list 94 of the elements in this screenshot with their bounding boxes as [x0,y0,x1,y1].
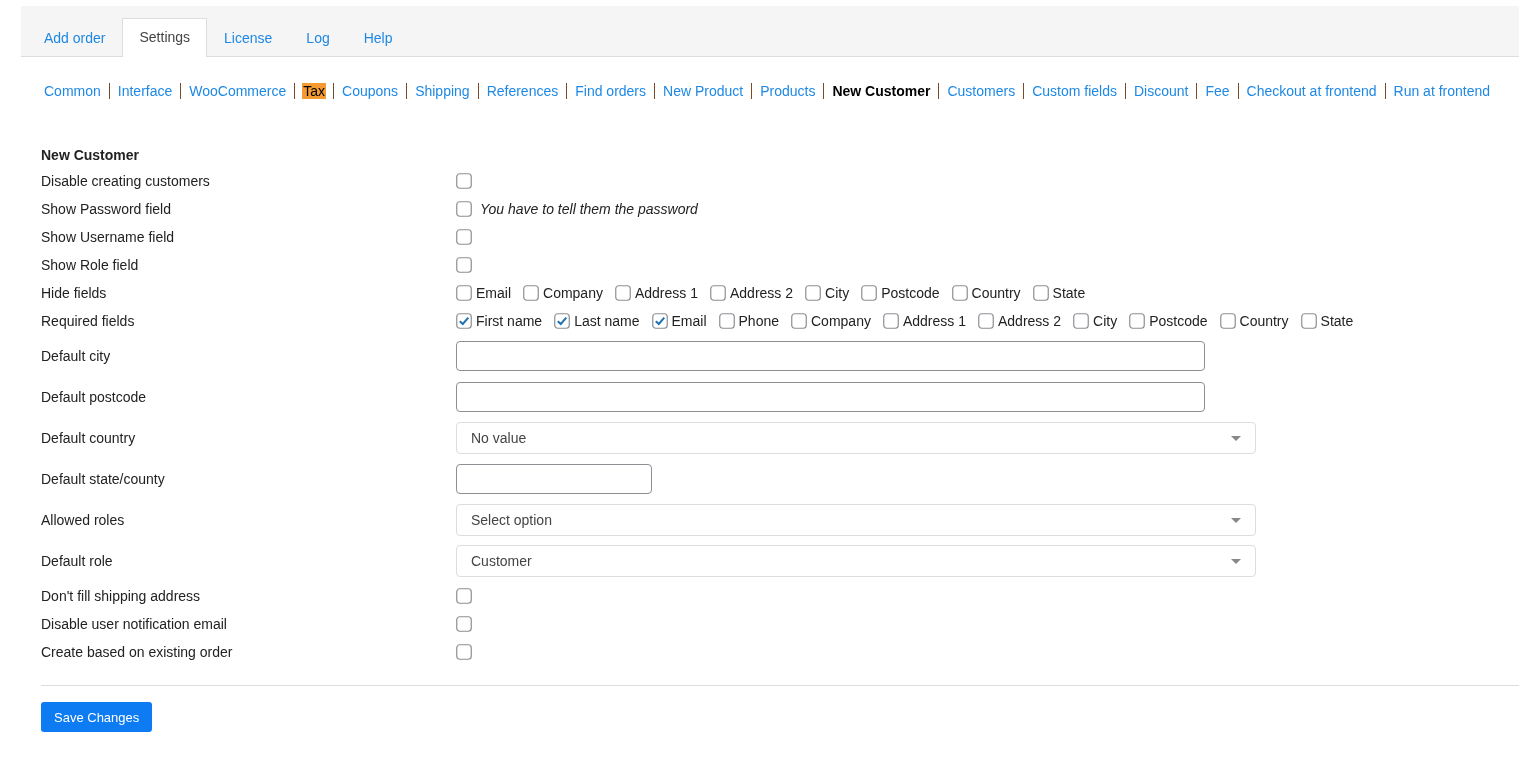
checkbox-label: Address 2 [730,285,794,301]
section-link[interactable]: Discount [1124,83,1197,99]
checkbox-label: City [1093,313,1118,329]
checkbox[interactable] [805,285,822,301]
text-field[interactable] [456,341,1205,371]
checkbox[interactable] [456,588,472,604]
section-link[interactable]: Customers [938,83,1024,99]
checkbox[interactable] [718,313,735,329]
checkbox-label: Email [476,285,511,301]
checkbox[interactable] [1073,313,1089,329]
checkbox-label: Address 1 [902,313,966,329]
checkbox-label: Country [971,285,1021,301]
checkbox[interactable] [951,285,968,301]
checkbox[interactable] [456,616,472,632]
checkbox-label: Company [543,285,603,301]
caret-icon [1231,558,1241,564]
section-link[interactable]: Coupons [333,83,407,99]
setting-label: Required fields [41,313,136,329]
checkbox[interactable] [977,313,994,329]
section-link[interactable]: Custom fields [1023,83,1125,99]
setting-label: Show Password field [41,201,172,217]
checkbox[interactable] [861,285,878,301]
checkbox-label: Phone [738,313,779,329]
section-link[interactable]: Run at frontend [1384,83,1499,99]
tab[interactable]: Help [346,19,410,57]
section-link[interactable]: Fee [1196,83,1238,99]
setting-label: Default postcode [41,389,148,405]
checkbox[interactable] [1032,285,1049,301]
section-link[interactable]: Products [751,83,824,99]
checkbox-label: Email [671,313,707,329]
checkbox-label: Country [1239,313,1289,329]
text-field[interactable] [456,464,652,494]
section-link[interactable]: Find orders [566,83,655,99]
caret-icon [1231,517,1241,523]
tab[interactable]: Add order [27,19,123,57]
setting-label: Disable user notification email [41,616,228,632]
setting-label: Don't fill shipping address [41,588,202,604]
select-field[interactable]: Customer [456,545,1256,577]
checkbox[interactable] [791,313,807,329]
checkbox[interactable] [1129,313,1146,329]
checkbox-label: State [1320,313,1354,329]
checkbox[interactable] [710,285,726,301]
section-title: New Customer [41,147,140,163]
tab[interactable]: License [207,19,290,57]
setting-label: Default role [41,553,114,569]
checkbox-label: First name [476,313,543,329]
section-link[interactable]: Checkout at frontend [1237,83,1385,99]
checkbox[interactable] [456,173,472,189]
checkbox[interactable] [614,285,631,301]
select-field[interactable]: Select option [456,504,1256,536]
section-link[interactable]: WooCommerce [180,83,295,99]
setting-label: Allowed roles [41,512,126,528]
setting-label: Show Username field [41,229,176,245]
section-link[interactable]: New Customer [823,83,939,99]
checkbox-label: State [1052,285,1086,301]
checkbox[interactable] [1300,313,1317,329]
setting-label: Default city [41,348,112,364]
checkbox[interactable] [882,313,899,329]
hint-text: You have to tell them the password [480,201,698,217]
section-link[interactable]: References [477,83,567,99]
checkbox[interactable] [554,313,571,329]
checkbox[interactable] [456,313,472,329]
section-link[interactable]: Tax [302,83,327,99]
checkbox-label: Company [811,313,871,329]
setting-label: Default country [41,430,137,446]
text-field[interactable] [456,382,1205,412]
setting-label: Hide fields [41,285,108,301]
checkbox[interactable] [456,229,472,245]
section-link[interactable]: Shipping [406,83,478,99]
tab[interactable]: Log [289,19,347,57]
checkbox[interactable] [1219,313,1236,329]
checkbox-label: Postcode [881,285,940,301]
setting-label: Disable creating customers [41,173,211,189]
checkbox[interactable] [456,257,472,273]
checkbox[interactable] [456,285,472,301]
section-link[interactable]: Common [44,83,109,99]
checkbox-label: Address 2 [997,313,1061,329]
checkbox-label: City [825,285,850,301]
checkbox[interactable] [523,285,539,301]
checkbox-label: Postcode [1149,313,1208,329]
caret-icon [1231,435,1241,441]
checkbox-label: Address 1 [634,285,698,301]
section-link[interactable]: Interface [108,83,181,99]
checkbox[interactable] [651,313,668,329]
select-field[interactable]: No value [456,422,1256,454]
section-link[interactable]: New Product [654,83,752,99]
save-button[interactable]: Save Changes [41,702,153,732]
checkbox[interactable] [456,644,472,660]
checkbox-label: Last name [574,313,640,329]
setting-label: Create based on existing order [41,644,234,660]
tab[interactable]: Settings [122,18,208,57]
checkbox[interactable] [456,201,472,217]
setting-label: Show Role field [41,257,140,273]
setting-label: Default state/county [41,471,166,487]
